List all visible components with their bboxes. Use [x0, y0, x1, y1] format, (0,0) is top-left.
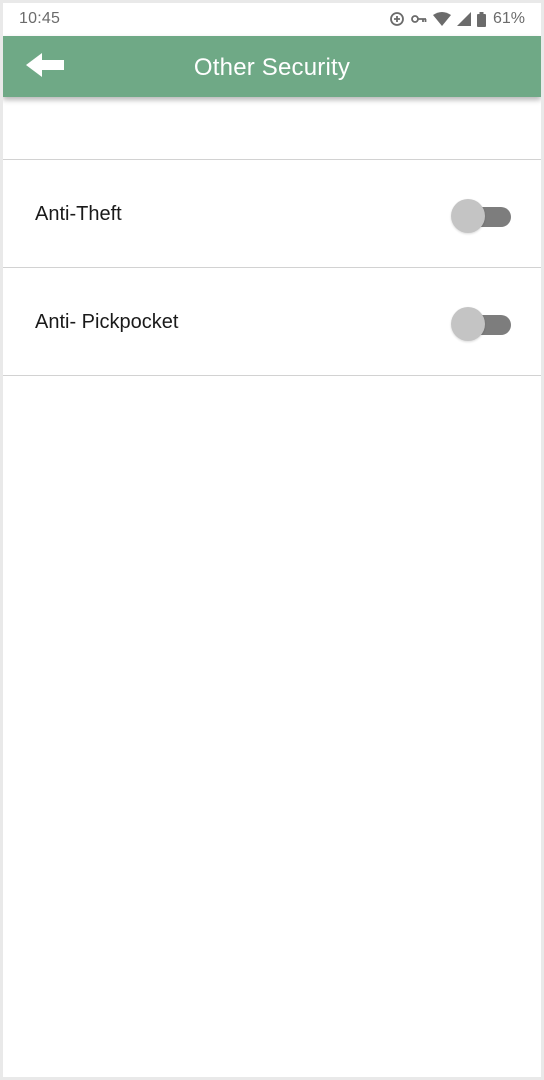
battery-icon — [476, 11, 486, 27]
data-saver-icon — [389, 11, 405, 27]
toggle-thumb — [451, 199, 485, 233]
screen: 10:45 61% Other Security Anti-Theft Anti… — [3, 3, 541, 1077]
toggle-thumb — [451, 307, 485, 341]
status-time: 10:45 — [19, 10, 61, 27]
setting-label: Anti-Theft — [35, 203, 122, 225]
setting-row-anti-pickpocket[interactable]: Anti- Pickpocket — [3, 268, 541, 376]
cellular-signal-icon — [456, 12, 471, 26]
setting-label: Anti- Pickpocket — [35, 311, 179, 333]
anti-theft-toggle[interactable] — [451, 197, 515, 233]
app-bar: Other Security — [3, 36, 541, 97]
vpn-key-icon — [411, 13, 427, 25]
status-bar: 10:45 61% — [3, 3, 541, 36]
header-spacer-row — [3, 97, 541, 160]
page-title: Other Security — [193, 54, 351, 81]
setting-row-anti-theft[interactable]: Anti-Theft — [3, 160, 541, 268]
wifi-icon — [432, 12, 451, 26]
anti-pickpocket-toggle[interactable] — [451, 305, 515, 341]
status-icons: 61% — [389, 9, 525, 29]
battery-percentage: 61% — [492, 10, 525, 27]
